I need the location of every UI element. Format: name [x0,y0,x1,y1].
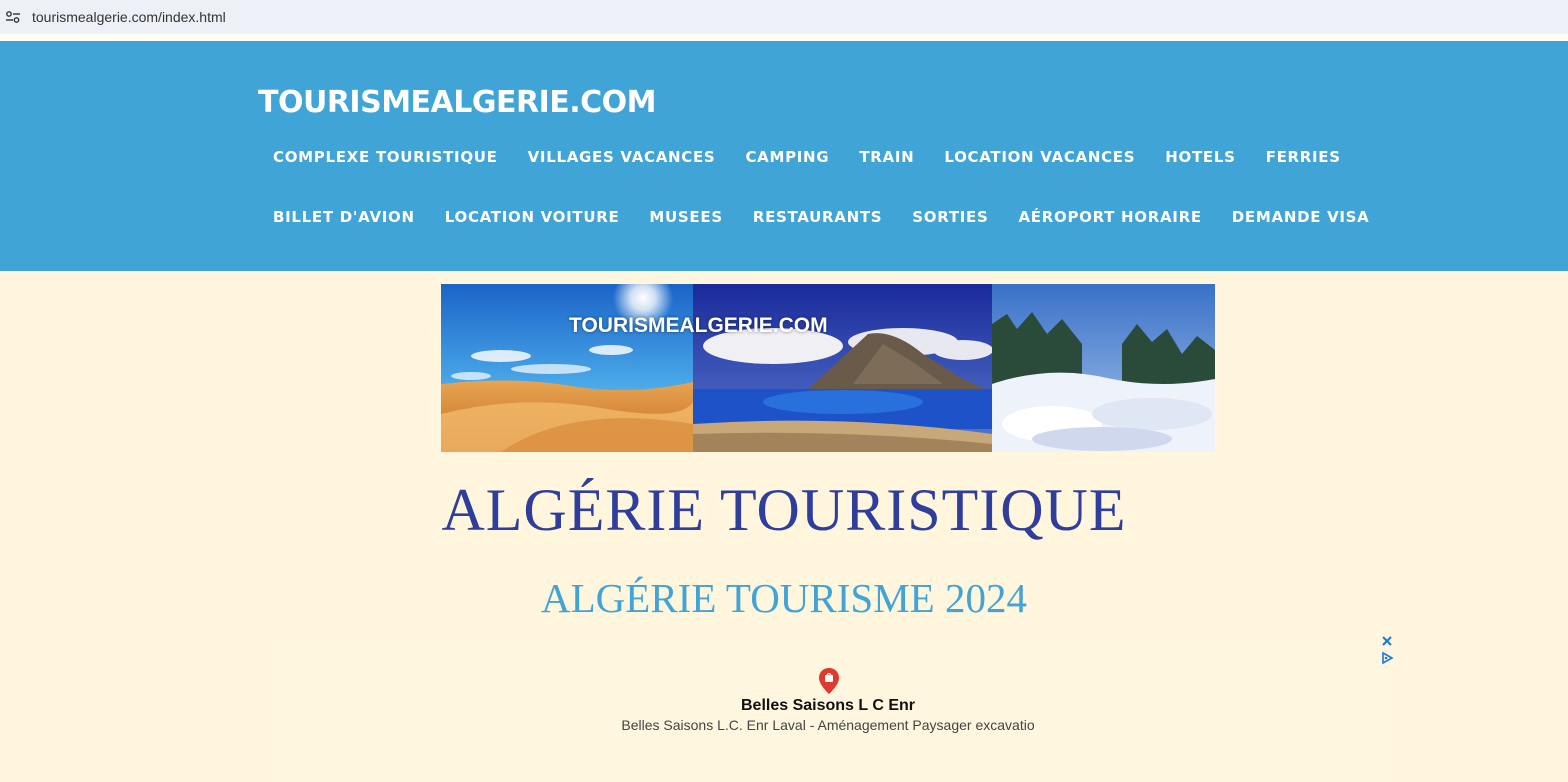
site-settings-icon[interactable] [5,9,21,25]
nav-camping[interactable]: CAMPING [730,147,844,167]
desert-image [441,284,693,452]
banner-overlay-text: TOURISMEALGERIE.COM [569,314,828,337]
nav-villages-vacances[interactable]: VILLAGES VACANCES [513,147,731,167]
nav-row-1: COMPLEXE TOURISTIQUE VILLAGES VACANCES C… [258,147,1356,167]
ad-description[interactable]: Belles Saisons L.C. Enr Laval - Aménagem… [268,717,1388,733]
nav-ferries[interactable]: FERRIES [1251,147,1356,167]
nav-location-voiture[interactable]: LOCATION VOITURE [430,207,635,227]
page-subtitle: ALGÉRIE TOURISME 2024 [541,575,1027,621]
nav-row-2: BILLET D'AVION LOCATION VOITURE MUSEES R… [258,207,1385,227]
ad-banner[interactable]: Belles Saisons L C Enr Belles Saisons L.… [268,632,1398,782]
toolbar-divider [0,34,1568,41]
nav-location-vacances[interactable]: LOCATION VACANCES [929,147,1150,167]
nav-demande-visa[interactable]: DEMANDE VISA [1217,207,1385,227]
snow-image [992,284,1215,452]
site-brand[interactable]: TOURISMEALGERIE.COM [258,85,657,120]
coast-image [693,284,992,452]
url-text[interactable]: tourismealgerie.com/index.html [32,9,226,25]
nav-train[interactable]: TRAIN [844,147,929,167]
hero-banner: TOURISMEALGERIE.COM [441,284,1215,452]
nav-aeroport-horaire[interactable]: AÉROPORT HORAIRE [1004,207,1217,227]
map-pin-icon [819,668,839,694]
adchoices-icon[interactable] [1380,651,1394,665]
address-bar[interactable]: tourismealgerie.com/index.html [0,0,1568,34]
page-title: ALGÉRIE TOURISTIQUE [441,477,1127,543]
ad-business-name[interactable]: Belles Saisons L C Enr [268,697,1388,715]
nav-complexe-touristique[interactable]: COMPLEXE TOURISTIQUE [258,147,513,167]
nav-musees[interactable]: MUSEES [634,207,737,227]
nav-sorties[interactable]: SORTIES [897,207,1003,227]
nav-billet-avion[interactable]: BILLET D'AVION [258,207,430,227]
nav-hotels[interactable]: HOTELS [1150,147,1250,167]
close-icon[interactable] [1380,634,1394,648]
site-header: TOURISMEALGERIE.COM COMPLEXE TOURISTIQUE… [0,41,1568,271]
nav-restaurants[interactable]: RESTAURANTS [738,207,897,227]
